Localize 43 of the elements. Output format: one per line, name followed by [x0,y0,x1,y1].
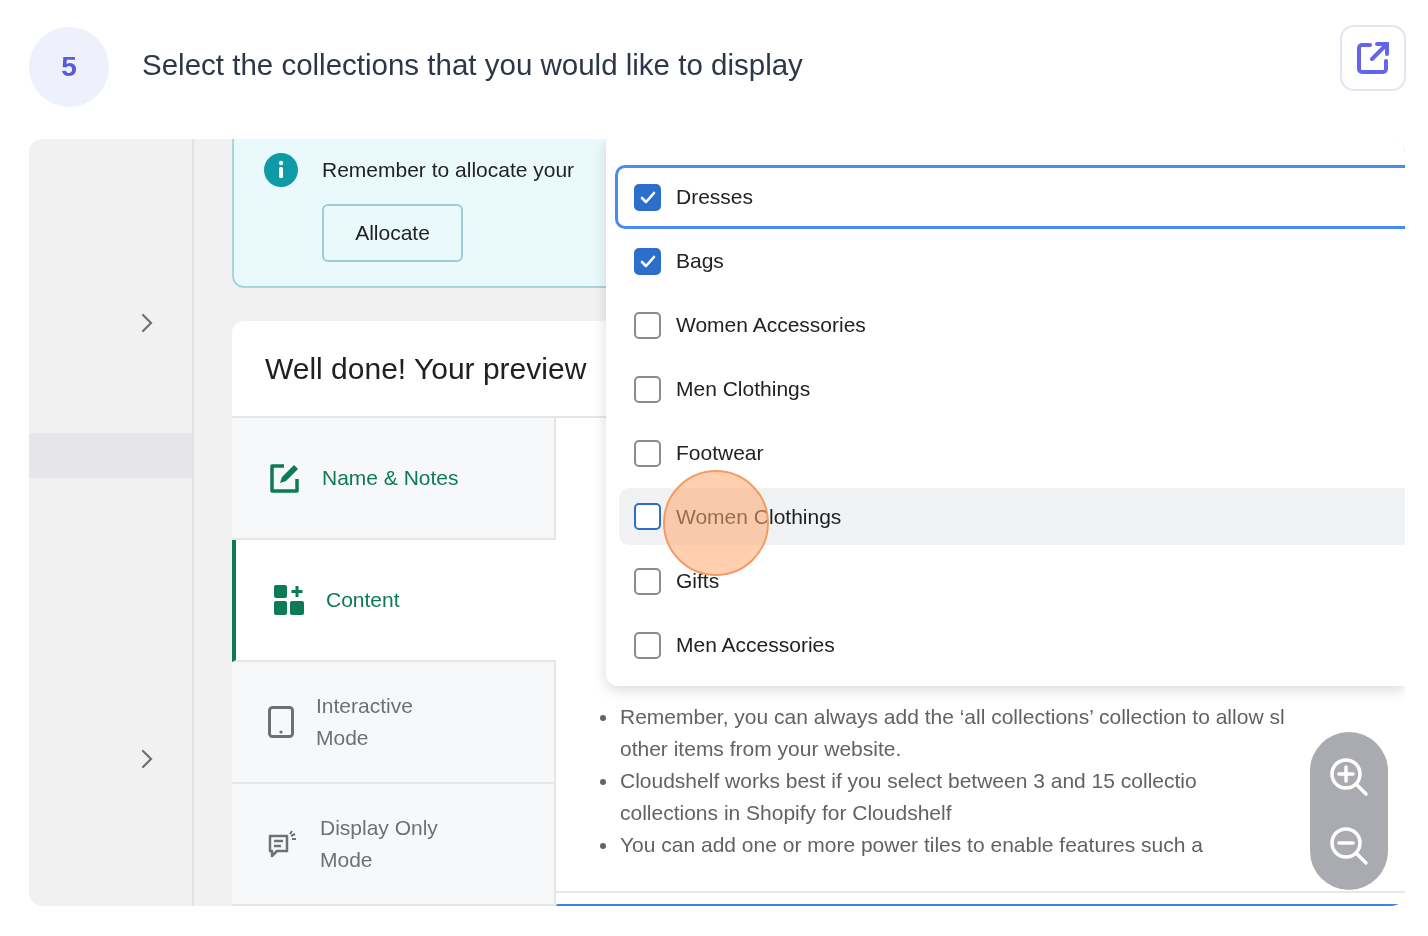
bullet-text: other items from your website. [620,736,902,762]
zoom-out-button[interactable] [1329,825,1369,866]
bullet-text: Remember, you can always add the ‘all collections’ collection to allow sl [620,704,1285,730]
checkbox[interactable] [634,183,661,211]
grid-plus-icon [274,585,304,615]
dropdown-option[interactable]: Footwear [616,421,1405,485]
dropdown-option[interactable]: Bags [616,229,1405,293]
bullet-text: Cloudshelf works best if you select between 3 and 15 collectio [620,768,1197,794]
checkbox[interactable] [634,247,661,275]
checkbox[interactable] [634,503,661,530]
edit-icon [268,462,300,494]
checkbox[interactable] [634,567,661,595]
bullet-dot [600,715,606,721]
info-icon [264,153,298,187]
allocate-button[interactable]: Allocate [322,204,463,262]
chevron-right-icon[interactable] [141,749,153,769]
checkbox[interactable] [634,631,661,659]
dropdown-option[interactable]: Men Clothings [616,357,1405,421]
tab[interactable]: Name & Notes [232,418,556,540]
zoom-in-button[interactable] [1329,756,1369,797]
checkmark-icon [639,190,656,204]
external-link-icon [1355,40,1391,76]
external-link-button[interactable] [1340,25,1406,91]
checkbox[interactable] [634,375,661,403]
step-title: Select the collections that you would like to display [142,48,804,82]
chevron-right-icon[interactable] [141,313,153,333]
dropdown-option[interactable]: Men Accessories [616,613,1405,677]
banner-text: Remember to allocate your [322,158,575,182]
chat-icon [268,830,298,858]
step-number: 5 [29,27,109,107]
tab[interactable]: Display Only Mode [232,784,556,906]
tab[interactable]: Content [232,540,556,662]
bullet-dot [600,843,606,849]
bullet-dot [600,779,606,785]
bullet-text: You can add one or more power tiles to enable features such a [620,832,1203,858]
checkbox[interactable] [634,311,661,339]
dropdown-option[interactable]: Gifts [616,549,1405,613]
bullet-text: collections in Shopify for Cloudshelf [620,800,952,826]
tab[interactable]: Interactive Mode [232,662,556,784]
dropdown-option[interactable]: Dresses [615,165,1405,229]
checkbox[interactable] [634,439,661,467]
tablet-icon [268,706,294,738]
checkmark-icon [639,254,656,268]
